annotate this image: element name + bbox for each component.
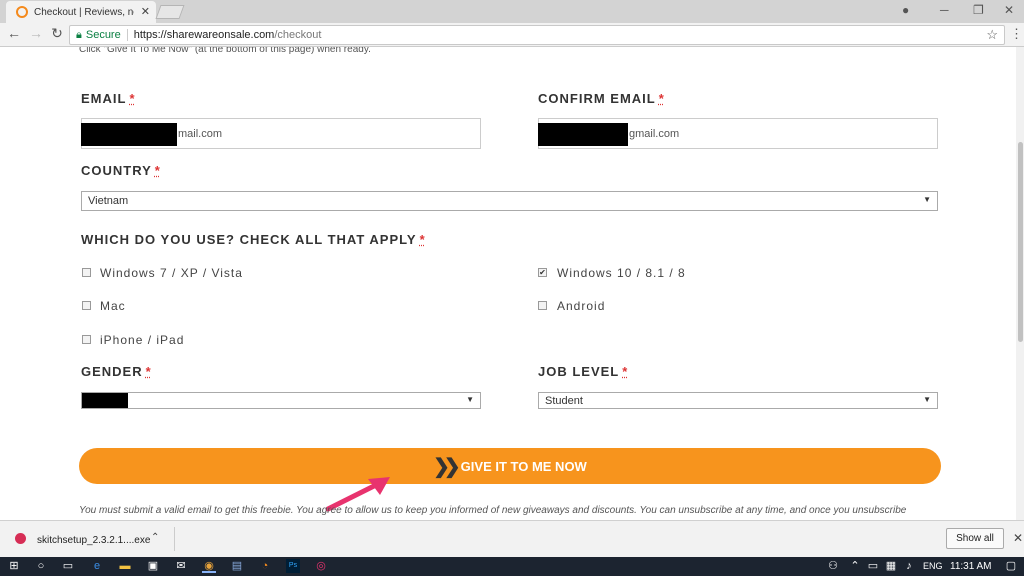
edge-icon[interactable]: e — [90, 559, 104, 573]
task-view-icon[interactable]: ▭ — [61, 559, 75, 573]
show-all-button[interactable]: Show all — [946, 528, 1004, 549]
browser-tab[interactable]: Checkout | Reviews, new ✕ — [6, 1, 156, 23]
battery-icon[interactable]: ▭ — [866, 559, 880, 573]
reload-icon[interactable]: ↻ — [48, 25, 66, 42]
language-indicator[interactable]: ENG — [923, 561, 943, 571]
back-icon[interactable]: ← — [5, 25, 23, 41]
new-tab-button[interactable] — [155, 5, 185, 19]
volume-icon[interactable]: ♪ — [902, 559, 916, 573]
site-favicon-icon — [16, 6, 28, 18]
email-label: EMAIL * — [81, 91, 136, 106]
required-mark: * — [154, 163, 161, 178]
checkbox-mac[interactable] — [82, 301, 91, 310]
url-divider — [126, 29, 128, 41]
mail-icon[interactable]: ✉ — [174, 559, 188, 573]
country-label: COUNTRY * — [81, 163, 161, 178]
tab-close-icon[interactable]: ✕ — [141, 5, 150, 18]
country-value: Vietnam — [88, 195, 129, 207]
network-icon[interactable]: ▦ — [884, 559, 898, 573]
job-level-select[interactable]: Student ▼ — [538, 392, 938, 409]
redaction-block — [538, 123, 628, 146]
checkbox-label: Windows 10 / 8.1 / 8 — [557, 266, 686, 280]
top-instruction: Click "Give It To Me Now" (at the bottom… — [79, 47, 371, 55]
confirm-email-label: CONFIRM EMAIL * — [538, 91, 665, 106]
minimize-icon[interactable]: ─ — [940, 3, 949, 17]
store-icon[interactable]: ▣ — [146, 559, 160, 573]
checkout-page: Click "Give It To Me Now" (at the bottom… — [0, 47, 1016, 520]
checkbox-windows7[interactable] — [82, 268, 91, 277]
checkbox-iphone[interactable] — [82, 335, 91, 344]
checkbox-android[interactable] — [538, 301, 547, 310]
scrollbar-thumb[interactable] — [1018, 142, 1023, 342]
bookmark-star-icon[interactable]: ☆ — [986, 27, 998, 43]
chrome-icon[interactable]: ◉ — [202, 559, 216, 573]
required-mark: * — [419, 232, 426, 247]
gender-label: GENDER * — [81, 364, 152, 379]
email-value: mail.com — [178, 127, 223, 140]
checkbox-label: Windows 7 / XP / Vista — [100, 266, 243, 280]
redaction-block — [82, 393, 128, 408]
checkbox-windows10[interactable]: ✔ — [538, 268, 547, 277]
dropdown-arrow-icon: ▼ — [466, 395, 474, 404]
sharewareonsale-app-icon[interactable]: ◔ — [258, 559, 272, 573]
url-path: /checkout — [274, 29, 322, 41]
show-hidden-icons-icon[interactable]: ⌃ — [848, 559, 862, 573]
job-level-label: JOB LEVEL * — [538, 364, 629, 379]
required-mark: * — [129, 91, 136, 106]
double-chevron-icon: ❯❯ — [433, 455, 460, 478]
checkbox-label: Android — [557, 299, 606, 313]
platform-question-label: WHICH DO YOU USE? CHECK ALL THAT APPLY * — [81, 232, 426, 247]
download-bar-close-icon[interactable]: ✕ — [1013, 531, 1023, 545]
address-bar[interactable]: 🔒︎ Secure https://sharewareonsale.com/ch… — [69, 25, 1005, 45]
dropdown-arrow-icon: ▼ — [923, 395, 931, 404]
download-file-icon — [15, 533, 26, 544]
disclaimer-text: You must submit a valid email to get thi… — [79, 505, 907, 516]
file-explorer-icon[interactable]: ▬ — [118, 559, 132, 573]
tab-title: Checkout | Reviews, new — [34, 6, 134, 18]
download-divider — [174, 527, 175, 551]
secure-label: Secure — [85, 29, 121, 41]
restore-icon[interactable]: ❐ — [973, 3, 984, 17]
taskbar-clock[interactable]: 11:31 AM — [950, 561, 992, 572]
windows-start-icon[interactable]: ⊞ — [7, 559, 21, 573]
confirm-email-value: gmail.com — [629, 127, 680, 140]
required-mark: * — [658, 91, 665, 106]
checkbox-label: iPhone / iPad — [100, 333, 185, 347]
button-label: GIVE IT TO ME NOW — [460, 458, 587, 474]
required-mark: * — [145, 364, 152, 379]
people-icon[interactable]: ⚇ — [826, 559, 840, 573]
redaction-block — [81, 123, 177, 146]
url-host: https://sharewareonsale.com — [133, 29, 275, 41]
skitch-icon[interactable]: ◎ — [314, 559, 328, 573]
profile-icon[interactable]: ● — [902, 3, 909, 17]
notes-app-icon[interactable]: ▤ — [230, 559, 244, 573]
gender-select[interactable]: ▼ — [81, 392, 481, 409]
country-select[interactable]: Vietnam ▼ — [81, 191, 938, 211]
forward-icon[interactable]: → — [27, 25, 45, 41]
chevron-up-icon[interactable]: ⌃ — [151, 532, 159, 543]
give-it-to-me-now-button[interactable]: ❯❯ GIVE IT TO ME NOW — [79, 448, 941, 484]
action-center-icon[interactable]: ▢ — [1004, 559, 1018, 573]
search-icon[interactable]: ○ — [34, 559, 48, 573]
lock-icon: 🔒︎ — [76, 28, 82, 41]
browser-menu-icon[interactable]: ⋮ — [1010, 26, 1023, 42]
download-file-name[interactable]: skitchsetup_2.3.2.1....exe — [37, 535, 150, 546]
checkbox-label: Mac — [100, 299, 126, 313]
dropdown-arrow-icon: ▼ — [923, 195, 931, 204]
photoshop-icon[interactable]: Ps — [286, 559, 300, 573]
job-level-value: Student — [545, 394, 583, 407]
required-mark: * — [622, 364, 629, 379]
window-close-icon[interactable]: ✕ — [1004, 3, 1014, 17]
